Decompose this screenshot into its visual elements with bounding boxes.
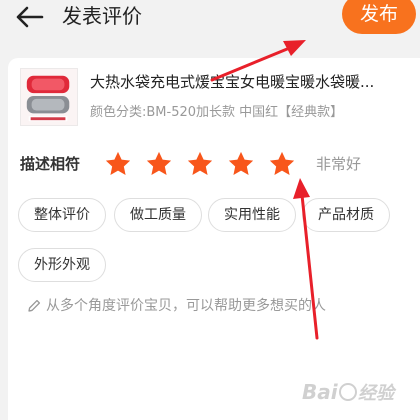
review-card: 大热水袋充电式煖宝宝女电暖宝暖水袋暖... 颜色分类:BM-520加长款 中国红… [8,58,420,420]
baidu-jingyan-watermark: Bai 经验 [302,380,397,404]
pencil-icon [28,299,41,312]
star-icon[interactable] [227,150,255,178]
back-arrow-icon[interactable] [14,4,46,30]
star-icon[interactable] [104,150,132,178]
star-icon[interactable] [145,150,173,178]
rating-label: 描述相符 [20,155,81,173]
hot-water-bag-image [21,69,77,125]
review-tag[interactable]: 外形外观 [18,248,106,282]
review-tag[interactable]: 实用性能 [208,198,296,232]
publish-button[interactable]: 发布 [342,0,416,34]
review-tag[interactable]: 产品材质 [302,198,390,232]
svg-text:Bai: Bai [302,380,339,404]
star-icon[interactable] [186,150,214,178]
page-title: 发表评价 [62,4,142,28]
product-title[interactable]: 大热水袋充电式煖宝宝女电暖宝暖水袋暖... [90,72,420,92]
review-tag[interactable]: 整体评价 [18,198,106,232]
product-thumbnail[interactable] [20,68,78,126]
review-tag[interactable]: 做工质量 [114,198,202,232]
star-icon[interactable] [268,150,296,178]
product-variant: 颜色分类:BM-520加长款 中国红【经典款】 [90,105,344,120]
review-hint[interactable]: 从多个角度评价宝贝，可以帮助更多想买的人 [46,296,326,316]
header-bar: 发表评价 发布 [0,0,420,50]
svg-text:经验: 经验 [358,383,397,404]
rating-text: 非常好 [316,155,362,173]
